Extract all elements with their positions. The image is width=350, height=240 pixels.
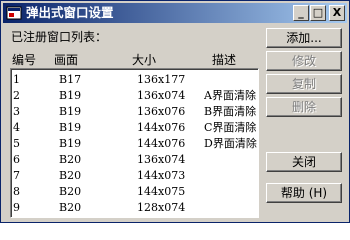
item-number: 5 [13,137,20,150]
app-icon [6,6,22,20]
list-item[interactable]: 3 B19 136x076 B界面清除 [11,104,258,120]
item-screen: B19 [59,105,82,118]
item-size: 136x076 [137,105,186,118]
registered-window-list[interactable]: 1 B17 136x177 2 B19 136x074 A界面清除 3 B19 … [10,68,259,218]
list-item[interactable]: 4 B19 144x076 C界面清除 [11,120,258,136]
item-number: 8 [13,185,20,198]
item-number: 2 [13,89,20,102]
window-title: 弹出式窗口设置 [26,5,114,20]
item-number: 4 [13,121,20,134]
column-header-screen[interactable]: 画面 [54,53,78,67]
maximize-button[interactable]: □ [310,5,326,21]
item-number: 7 [13,169,20,182]
item-size: 136x074 [137,153,186,166]
add-button[interactable]: 添加... [266,28,342,48]
close-button[interactable]: 关闭 [266,152,342,172]
item-size: 144x076 [137,137,186,150]
list-item[interactable]: 5 B19 144x076 D界面清除 [11,136,258,152]
item-screen: B20 [59,153,82,166]
list-item[interactable]: 9 B20 128x074 [11,200,258,216]
minimize-button[interactable]: _ [293,5,309,21]
list-item[interactable]: 8 B20 144x075 [11,184,258,200]
item-size: 128x074 [137,201,186,214]
item-screen: B17 [59,73,82,86]
list-item[interactable]: 1 B17 136x177 [11,72,258,88]
item-description: B界面清除 [204,105,257,118]
popup-window-settings-dialog: 弹出式窗口设置 _ □ X 已注册窗口列表： 编号 画面 大小 描述 1 B17… [0,0,350,223]
list-item[interactable]: 6 B20 136x074 [11,152,258,168]
column-header-number[interactable]: 编号 [12,53,36,67]
list-item[interactable]: 7 B20 144x073 [11,168,258,184]
close-window-button[interactable]: X [329,5,345,21]
item-screen: B19 [59,121,82,134]
item-size: 144x073 [137,169,186,182]
column-header-description[interactable]: 描述 [212,53,236,67]
item-number: 3 [13,105,20,118]
column-header-size[interactable]: 大小 [132,53,156,67]
item-number: 6 [13,153,20,166]
item-description: C界面清除 [204,121,257,134]
item-description: A界面清除 [204,89,256,102]
item-size: 136x074 [137,89,186,102]
item-size: 136x177 [137,73,186,86]
item-screen: B19 [59,137,82,150]
delete-button[interactable]: 删除 [266,97,342,117]
item-screen: B20 [59,201,82,214]
item-number: 9 [13,201,20,214]
copy-button[interactable]: 复制 [266,74,342,94]
item-number: 1 [13,73,20,86]
item-size: 144x076 [137,121,186,134]
list-item[interactable]: 2 B19 136x074 A界面清除 [11,88,258,104]
item-size: 144x075 [137,185,186,198]
item-screen: B20 [59,185,82,198]
title-bar[interactable]: 弹出式窗口设置 _ □ X [3,3,347,23]
item-screen: B19 [59,89,82,102]
help-button[interactable]: 帮助 (H) [266,183,342,203]
modify-button[interactable]: 修改 [266,51,342,71]
item-screen: B20 [59,169,82,182]
item-description: D界面清除 [204,137,257,150]
registered-window-list-label: 已注册窗口列表： [11,30,108,44]
